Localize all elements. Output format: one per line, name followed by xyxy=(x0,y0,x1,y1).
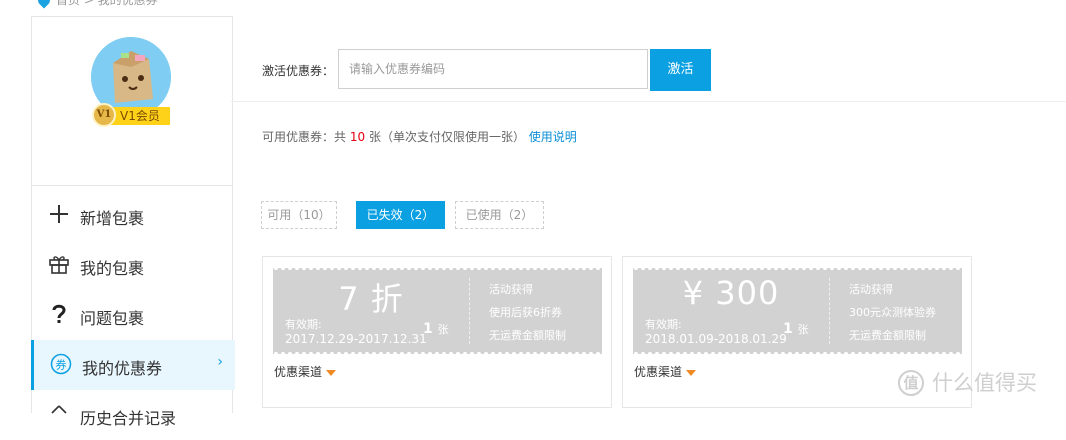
validity-label: 有效期: xyxy=(645,318,682,331)
sidebar-item-label: 新增包裹 xyxy=(80,209,145,228)
coupon-ticket: 7 折 有效期: 2017.12.29-2017.12.31 1 张 活动获得 … xyxy=(273,265,602,357)
sidebar-item-label: 历史合并记录 xyxy=(80,409,177,428)
coupon-channel-dropdown[interactable]: 优惠渠道 xyxy=(634,363,697,380)
location-pin-icon xyxy=(35,0,53,9)
caret-down-icon xyxy=(326,369,337,376)
quantity-value: 1 xyxy=(783,321,793,337)
sidebar-item-new-parcel[interactable]: 新增包裹 xyxy=(32,190,232,240)
sidebar-divider xyxy=(32,185,232,186)
coupon-ticket: ¥ 300 有效期: 2018.01.09-2018.01.29 1 张 活动获… xyxy=(633,265,962,357)
quantity-unit: 张 xyxy=(797,323,809,336)
watermark-text: 什么值得买 xyxy=(932,371,1037,395)
plus-icon xyxy=(50,205,68,223)
coupon-channel-dropdown[interactable]: 优惠渠道 xyxy=(274,363,337,380)
available-count: 10 xyxy=(349,130,366,144)
sidebar-item-merge-history[interactable]: 历史合并记录 xyxy=(32,390,232,440)
coupon-notes: 活动获得 300元众测体验券 无运费金额限制 xyxy=(849,278,959,347)
coupon-panel: 激活优惠券： 请输入优惠券编码 激活 可用优惠券：共 10 张（单次支付仅限使用… xyxy=(231,16,1066,412)
channel-label: 优惠渠道 xyxy=(274,365,323,379)
coupon-note: 活动获得 xyxy=(849,283,893,296)
coupon-note: 300元众测体验券 xyxy=(849,306,936,319)
coupon-card: 7 折 有效期: 2017.12.29-2017.12.31 1 张 活动获得 … xyxy=(262,256,612,408)
coupon-code-input[interactable]: 请输入优惠券编码 xyxy=(338,49,648,89)
chevron-right-icon: › xyxy=(217,354,223,370)
member-level-label: V1会员 xyxy=(110,107,170,125)
coupon-quantity: 1 张 xyxy=(423,321,449,337)
coupon-note: 无运费金额限制 xyxy=(489,329,566,342)
validity-period: 2017.12.29-2017.12.31 xyxy=(285,332,427,346)
activate-button[interactable]: 激活 xyxy=(650,49,711,91)
sidebar-item-my-coupons[interactable]: 券 我的优惠券 › xyxy=(31,340,235,390)
coupon-note: 无运费金额限制 xyxy=(849,329,926,342)
validity-label: 有效期: xyxy=(285,318,322,331)
tab-expired[interactable]: 已失效（2） xyxy=(356,201,445,229)
coupon-notes: 活动获得 使用后获6折券 无运费金额限制 xyxy=(489,278,599,347)
activate-label: 激活优惠券： xyxy=(262,64,335,78)
coupon-icon: 券 xyxy=(50,353,72,375)
coupon-value: 7 折 xyxy=(338,280,404,318)
tab-available[interactable]: 可用（10） xyxy=(261,201,337,229)
sidebar-item-label: 我的包裹 xyxy=(80,259,145,278)
history-icon xyxy=(51,405,67,414)
sidebar-item-my-parcels[interactable]: 我的包裹 xyxy=(32,240,232,290)
summary-prefix: 可用优惠券：共 xyxy=(262,130,347,144)
usage-help-link[interactable]: 使用说明 xyxy=(529,130,577,144)
sidebar-item-label: 问题包裹 xyxy=(80,309,145,328)
question-icon xyxy=(52,304,66,323)
sidebar-item-label: 我的优惠券 xyxy=(82,359,163,378)
summary-suffix: 张（单次支付仅限使用一张） xyxy=(368,130,525,144)
coupon-note: 活动获得 xyxy=(489,283,533,296)
available-summary: 可用优惠券：共 10 张（单次支付仅限使用一张） 使用说明 xyxy=(262,128,577,145)
svg-text:券: 券 xyxy=(56,358,67,372)
sidebar: V1会员 V1 新增包裹 我的包裹 问题包裹 券 我的优惠券 › 历史合并记录 xyxy=(31,16,235,428)
tab-used[interactable]: 已使用（2） xyxy=(455,201,544,229)
validity-period: 2018.01.09-2018.01.29 xyxy=(645,332,787,346)
quantity-value: 1 xyxy=(423,321,433,337)
quantity-unit: 张 xyxy=(437,323,449,336)
coupon-value: ¥ 300 xyxy=(682,274,780,312)
caret-down-icon xyxy=(686,369,697,376)
channel-label: 优惠渠道 xyxy=(634,365,683,379)
breadcrumb: 首页 > 我的优惠券 xyxy=(0,0,1066,16)
coupon-quantity: 1 张 xyxy=(783,321,809,337)
level-medal-icon: V1 xyxy=(92,103,116,127)
section-divider xyxy=(231,101,1066,102)
breadcrumb-text: 首页 > 我的优惠券 xyxy=(56,0,158,7)
gift-box-icon xyxy=(49,256,69,274)
coupon-note: 使用后获6折券 xyxy=(489,306,562,319)
sidebar-item-problem-parcels[interactable]: 问题包裹 xyxy=(32,290,232,340)
watermark-logo-icon: 值 xyxy=(898,370,924,396)
